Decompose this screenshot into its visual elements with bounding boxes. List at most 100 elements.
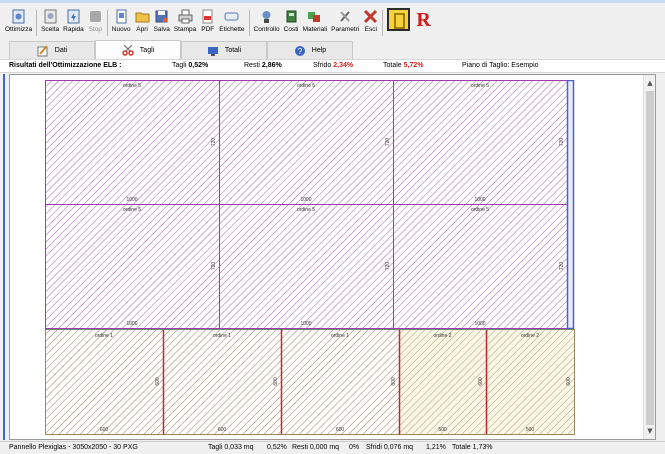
piece-order-label: ordine 1 — [331, 333, 349, 339]
piece-ordine-5 — [45, 80, 220, 205]
toolbar-button-label: Ottimizza — [5, 26, 33, 33]
new-icon — [114, 9, 129, 24]
quick-icon — [66, 9, 81, 24]
app-window: Ottimizza Scelta Rapida Stop Nuovo Apri Salva S… — [0, 0, 665, 454]
parametri-button[interactable]: Parametri — [329, 5, 361, 38]
totale-result: Totale 5,72% — [383, 62, 424, 69]
tab-totali[interactable]: Totali — [181, 41, 267, 59]
toolbar-separator — [36, 10, 38, 36]
materiali-button[interactable]: Materiali — [301, 5, 330, 38]
brand-letter: R — [416, 9, 431, 31]
tab-label: Dati — [54, 47, 68, 54]
scroll-up-icon[interactable]: ▲ — [646, 79, 654, 87]
costi-button[interactable]: Costi — [282, 5, 301, 38]
toolbar-button-label: Stampa — [173, 26, 197, 33]
cutting-plan-canvas[interactable]: ordine 5 1000 720 ordine 5 1000 720 ordine 5 10… — [9, 74, 656, 440]
exit-icon — [363, 9, 378, 24]
scelta-button[interactable]: Scelta — [39, 5, 61, 38]
piece-order-label: ordine 1 — [95, 333, 113, 339]
sheet-offcut-strip — [566, 80, 575, 330]
optimize-icon — [11, 9, 26, 24]
toolbar-button-label: Costi — [283, 26, 299, 33]
tab-tagli[interactable]: Tagli — [95, 40, 181, 59]
piece-ordine-2 — [486, 329, 575, 435]
piece-width-label: 600 — [100, 427, 109, 433]
tagli-result: Tagli 0,52% — [172, 62, 209, 69]
piece-order-label: ordine 5 — [471, 83, 489, 89]
toolbar-separator — [382, 10, 384, 36]
stampa-button[interactable]: Stampa — [172, 5, 198, 38]
piece-ordine-5 — [45, 204, 220, 329]
left-edge-strip — [0, 74, 9, 440]
costs-icon — [284, 9, 299, 24]
piece-ordine-5 — [219, 204, 394, 329]
tab-label: Tagli — [139, 46, 155, 54]
piece-height-label: 720 — [559, 138, 565, 147]
piece-ordine-1 — [45, 329, 164, 435]
piece-height-label: 720 — [385, 138, 391, 147]
piece-height-label: 600 — [566, 377, 572, 386]
status-sfridi: Sfridi 0,076 mq — [366, 444, 414, 451]
cutting-sheet[interactable]: ordine 5 1000 720 ordine 5 1000 720 ordine 5 10… — [45, 80, 581, 438]
tab-help[interactable]: ? Help — [267, 41, 353, 59]
salva-button[interactable]: Salva — [152, 5, 172, 38]
toolbar-button-label: Materiali — [302, 26, 328, 33]
status-resti: Resti 0,000 mq — [292, 444, 340, 451]
stop-button[interactable]: Stop — [86, 5, 105, 38]
status-totale: Totale 1,73% — [452, 444, 493, 451]
piece-order-label: ordine 5 — [123, 207, 141, 213]
esci-button[interactable]: Esci — [361, 5, 380, 38]
status-panel: Pannello Plexiglas - 3050x2050 - 30 PXG — [9, 444, 138, 451]
tab-dati[interactable]: Dati — [9, 41, 95, 59]
vertical-scrollbar[interactable]: ▲ ▼ — [643, 75, 655, 439]
tab-label: Totali — [224, 47, 242, 54]
piece-height-label: 600 — [155, 377, 161, 386]
status-sfridi-pct: 1,21% — [426, 444, 446, 451]
label-icon — [224, 9, 239, 24]
etichette-button[interactable]: Etichette — [217, 5, 246, 38]
piece-height-label: 720 — [385, 262, 391, 271]
scroll-down-icon[interactable]: ▼ — [646, 427, 654, 435]
status-bar: Pannello Plexiglas - 3050x2050 - 30 PXG … — [0, 441, 665, 454]
piece-height-label: 600 — [478, 377, 484, 386]
svg-text:?: ? — [298, 47, 303, 56]
piece-width-label: 1000 — [300, 321, 311, 327]
print-icon — [178, 9, 193, 24]
toolbar-button-label: Scelta — [41, 26, 60, 33]
piece-ordine-5 — [219, 80, 394, 205]
piece-width-label: 1000 — [126, 197, 137, 203]
data-icon — [37, 44, 49, 57]
piece-ordine-1 — [281, 329, 400, 435]
piece-width-label: 500 — [526, 427, 535, 433]
nuovo-button[interactable]: Nuovo — [110, 5, 133, 38]
piece-ordine-2 — [399, 329, 487, 435]
results-title: Risultati dell'Ottimizzazione ELB : — [9, 62, 122, 69]
ottimizza-button[interactable]: Ottimizza — [3, 5, 34, 38]
title-bar — [0, 0, 665, 3]
help-icon: ? — [294, 45, 306, 57]
scissors-icon — [122, 44, 134, 56]
piece-height-label: 600 — [391, 377, 397, 386]
open-folder-icon — [135, 9, 150, 24]
piece-width-label: 500 — [438, 427, 447, 433]
toolbar-button-label: Parametri — [331, 26, 360, 33]
pdf-button[interactable]: PDF — [198, 5, 217, 38]
piece-ordine-1 — [163, 329, 282, 435]
controllo-button[interactable]: Controllo — [252, 5, 282, 38]
app-logo-icon — [387, 8, 411, 31]
piece-height-label: 720 — [211, 262, 217, 271]
piece-width-label: 1000 — [126, 321, 137, 327]
toolbar-button-label: Esci — [364, 26, 377, 33]
tab-label: Help — [311, 47, 327, 54]
toolbar-separator — [106, 10, 108, 36]
rapida-button[interactable]: Rapida — [61, 5, 86, 38]
toolbar-button-label: Stop — [88, 26, 102, 33]
scroll-thumb[interactable] — [646, 91, 654, 425]
sfrido-result: Sfrido 2,34% — [313, 62, 354, 69]
apri-button[interactable]: Apri — [133, 5, 152, 38]
toolbar-button-label: Etichette — [219, 26, 245, 33]
piano-di-taglio: Piano di Taglio: Esempio — [462, 62, 539, 69]
piece-height-label: 720 — [559, 262, 565, 271]
status-tagli: Tagli 0,033 mq — [208, 444, 254, 451]
piece-width-label: 1000 — [474, 197, 485, 203]
